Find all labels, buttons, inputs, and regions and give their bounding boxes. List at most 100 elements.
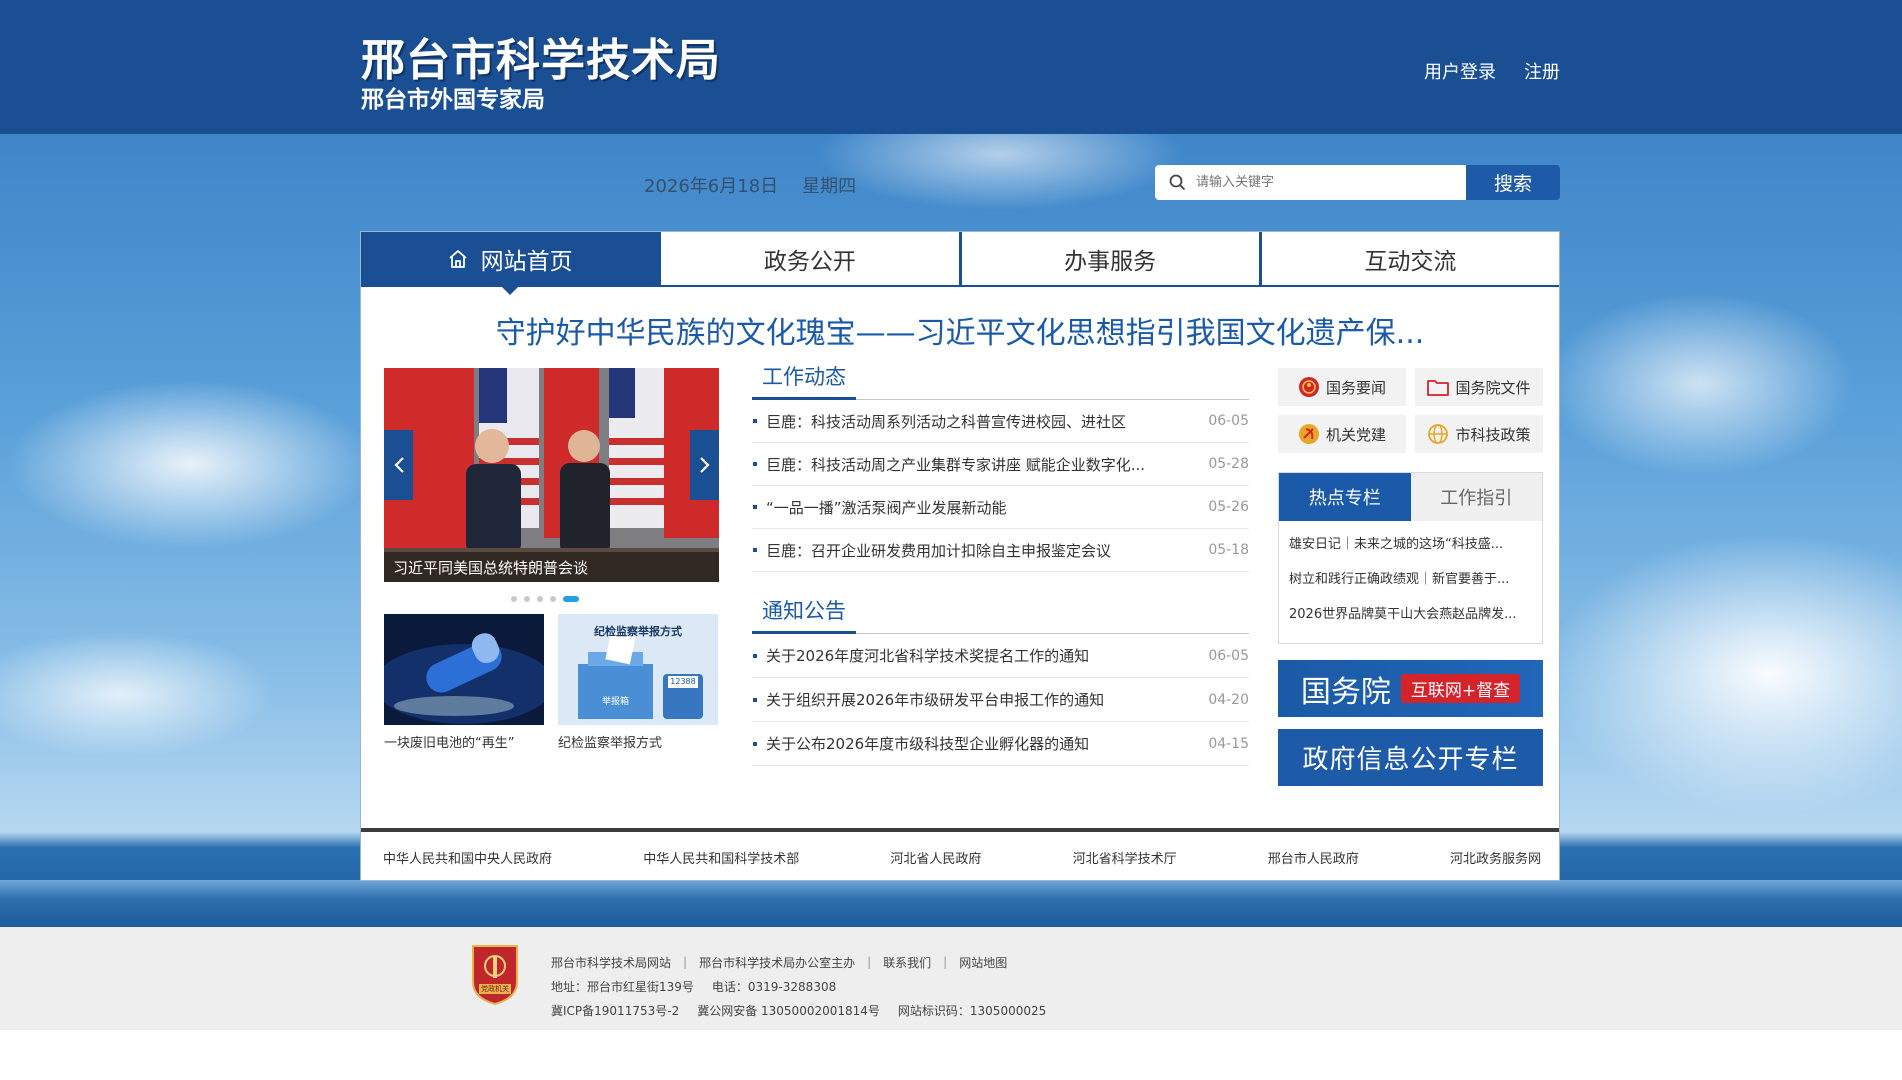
nav-services[interactable]: 办事服务 [961,232,1262,285]
friend-link[interactable]: 中华人民共和国科学技术部 [643,848,799,867]
thumb-report-caption[interactable]: 纪检监察举报方式 [558,732,662,751]
search-input-wrap [1155,165,1466,200]
footer-icp[interactable]: 冀ICP备19011753号-2 [551,1002,679,1019]
footer-separator: | [943,955,948,969]
report-phone-number: 12388 [670,677,696,686]
friend-link[interactable]: 河北省人民政府 [890,848,981,867]
friend-link[interactable]: 中华人民共和国中央人民政府 [383,848,552,867]
tab-work-guide[interactable]: 工作指引 [1410,473,1542,521]
list-item[interactable]: 2026世界品牌莫干山大会燕赵品牌发... [1289,597,1532,632]
nav-home[interactable]: 网站首页 [361,232,662,295]
tab-hot-topics[interactable]: 热点专栏 [1279,473,1411,521]
quick-link-label: 国务院文件 [1455,378,1531,397]
register-link[interactable]: 注册 [1524,58,1560,84]
carousel-dots [511,596,579,602]
list-item[interactable]: 雄安日记｜未来之城的这场“科技盛... [1289,527,1532,562]
globe-icon [1428,424,1449,444]
carousel-dot[interactable] [524,596,530,602]
carousel-next-button[interactable] [690,430,719,500]
nav-home-label: 网站首页 [480,248,573,275]
carousel-dot[interactable] [550,596,556,602]
list-item[interactable]: 关于公布2026年度市级科技型企业孵化器的通知 04-15 [752,722,1249,766]
work-news-list: 巨鹿：科技活动周系列活动之科普宣传进校园、进社区 06-05 巨鹿：科技活动周之产… [752,400,1249,572]
quick-link-label: 国务要闻 [1325,378,1386,397]
quick-link-policy[interactable]: 市科技政策 [1415,415,1543,453]
list-item[interactable]: 关于组织开展2026年市级研发平台申报工作的通知 04-20 [752,678,1249,722]
friend-link[interactable]: 邢台市人民政府 [1268,848,1359,867]
footer-address: 地址：邢台市红星街139号 [551,979,694,994]
friend-link[interactable]: 河北政务服务网 [1450,848,1541,867]
notices-header: 通知公告 [752,596,1249,634]
notices-list: 关于2026年度河北省科学技术奖提名工作的通知 06-05 关于组织开展2026年… [752,634,1249,766]
list-item[interactable]: 巨鹿：科技活动周之产业集群专家讲座 赋能企业数字化... 05-28 [752,443,1249,486]
news-date: 06-05 [1208,413,1249,429]
quick-links: 国务要闻 国务院文件 机关党建 市科技政策 [1278,368,1543,453]
carousel-dot[interactable] [511,596,517,602]
emblem-icon [1298,377,1319,397]
list-item[interactable]: 巨鹿：召开企业研发费用加计扣除自主申报鉴定会议 05-18 [752,529,1249,572]
nav-services-label: 办事服务 [1064,248,1157,275]
notice-title: 关于组织开展2026年市级研发平台申报工作的通知 [766,691,1105,709]
work-news-section: 工作动态 巨鹿：科技活动周系列活动之科普宣传进校园、进社区 06-05 巨鹿：科技… [752,362,1249,572]
hot-topics-list: 雄安日记｜未来之城的这场“科技盛... 树立和践行正确政绩观｜新官要善于... … [1279,521,1542,632]
current-weekday: 星期四 [802,176,857,197]
carousel-prev-button[interactable] [384,430,413,500]
footer-link[interactable]: 网站地图 [959,954,1007,971]
footer-link[interactable]: 邢台市科学技术局网站 [551,954,671,971]
search-icon [1169,174,1186,191]
carousel-dot-active[interactable] [563,596,579,602]
quick-link-state-docs[interactable]: 国务院文件 [1415,368,1543,406]
list-item[interactable]: 关于2026年度河北省科学技术奖提名工作的通知 06-05 [752,634,1249,678]
notices-title[interactable]: 通知公告 [752,595,856,634]
thumb-battery-caption[interactable]: 一块废旧电池的“再生” [384,732,514,751]
work-news-header: 工作动态 [752,362,1249,400]
footer-link[interactable]: 联系我们 [883,954,931,971]
notice-title: 关于2026年度河北省科学技术奖提名工作的通知 [766,647,1090,665]
quick-link-state-news[interactable]: 国务要闻 [1278,368,1406,406]
carousel-dot[interactable] [537,596,543,602]
carousel-photo [384,368,719,582]
footer-separator: | [867,955,872,969]
search-input[interactable] [1196,175,1436,190]
party-gov-emblem[interactable]: 党政机关 [469,942,521,1006]
friend-link[interactable]: 河北省科学技术厅 [1073,848,1177,867]
sea-background [0,880,1902,927]
quick-link-party[interactable]: 机关党建 [1278,415,1406,453]
nav-gov-affairs[interactable]: 政务公开 [661,232,962,285]
work-news-title[interactable]: 工作动态 [752,361,856,400]
chevron-right-icon [699,457,710,473]
gov-info-banner[interactable]: 政府信息公开专栏 [1278,729,1543,786]
footer-info: 邢台市科学技术局网站 | 邢台市科学技术局办公室主办 | 联系我们 | 网站地图 地址… [551,950,1046,1022]
report-image-title: 纪检监察举报方式 [594,625,682,638]
emblem-text: 党政机关 [481,985,509,993]
search-button[interactable]: 搜索 [1466,165,1560,200]
thumb-battery[interactable] [384,614,544,725]
chevron-left-icon [393,457,404,473]
site-title[interactable]: 邢台市科学技术局 [361,24,721,88]
list-item[interactable]: 巨鹿：科技活动周系列活动之科普宣传进校园、进社区 06-05 [752,400,1249,443]
battery-image [384,614,544,725]
report-box-label: 举报箱 [601,697,629,707]
list-item[interactable]: 树立和践行正确政绩观｜新官要善于... [1289,562,1532,597]
gov-banner-title: 国务院 [1300,674,1391,710]
login-link[interactable]: 用户登录 [1424,58,1496,84]
news-date: 05-28 [1208,456,1249,472]
list-item[interactable]: “一品一播”激活泵阀产业发展新动能 05-26 [752,486,1249,529]
nav-interaction[interactable]: 互动交流 [1261,232,1559,285]
news-date: 05-26 [1208,499,1249,515]
footer-police[interactable]: 冀公网安备 13050002001814号 [697,1002,880,1019]
notice-date: 04-15 [1208,735,1249,752]
carousel-caption[interactable]: 习近平同美国总统特朗普会谈 [384,552,719,582]
footer-phone: 电话：0319-3288308 [711,979,837,994]
site-footer: 党政机关 邢台市科学技术局网站 | 邢台市科学技术局办公室主办 | 联系我们 | 网站… [0,927,1902,1030]
search-box: 搜索 [1155,165,1560,200]
gov-supervision-banner[interactable]: 国务院 互联网+督查 [1278,660,1543,717]
party-gov-emblem-icon [472,945,518,1006]
photo-carousel[interactable]: 习近平同美国总统特朗普会谈 [384,368,719,582]
thumb-report[interactable]: 纪检监察举报方式 举报箱 12388 [558,614,718,725]
quick-link-label: 机关党建 [1325,425,1386,444]
header-links: 用户登录 注册 [1424,58,1560,84]
footer-separator: | [683,955,688,969]
footer-link[interactable]: 邢台市科学技术局办公室主办 [699,954,855,971]
headline-link[interactable]: 守护好中华民族的文化瑰宝——习近平文化思想指引我国文化遗产保... [361,308,1559,352]
